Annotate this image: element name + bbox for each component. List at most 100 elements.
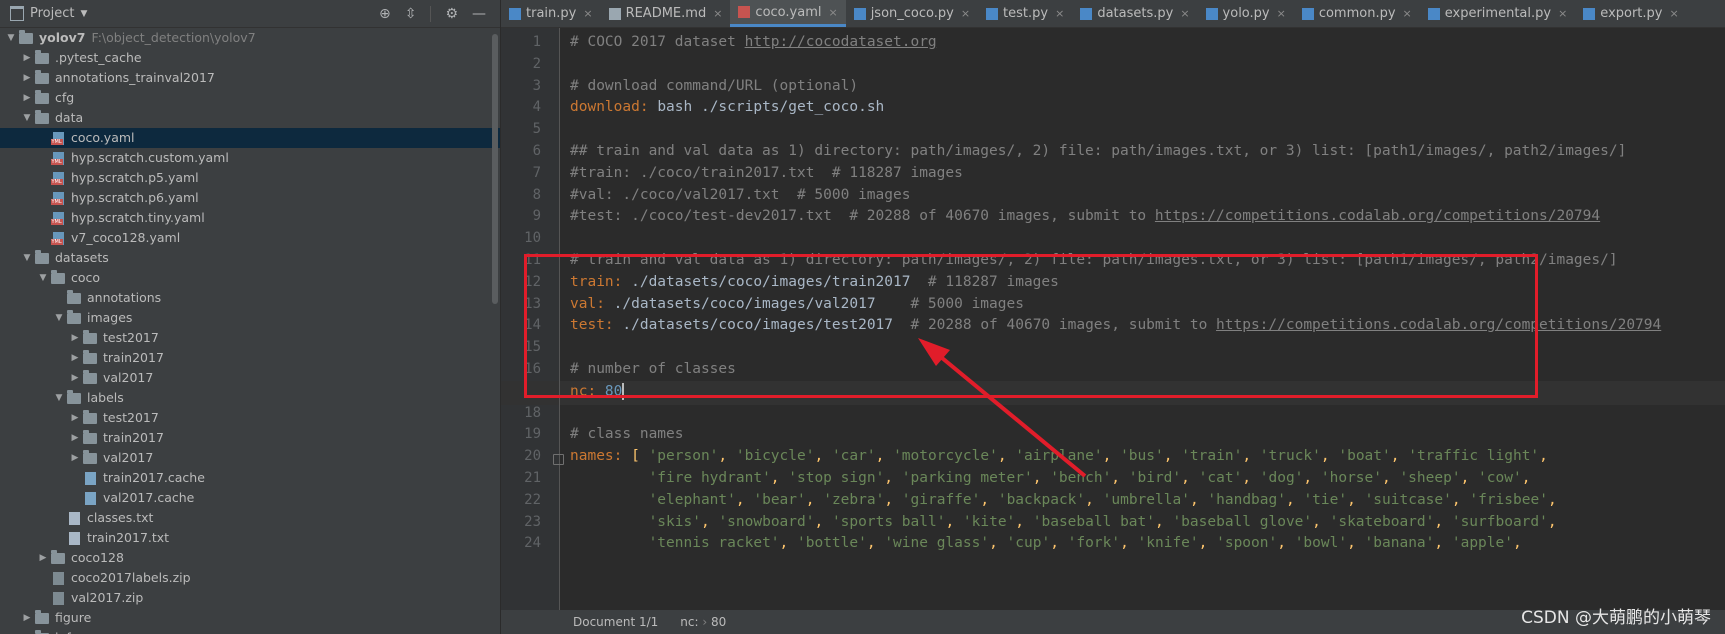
gear-icon[interactable]: ⚙ — [445, 6, 458, 22]
editor-tab[interactable]: experimental.py × — [1420, 0, 1576, 27]
editor-tab[interactable]: coco.yaml × — [730, 0, 846, 27]
expanded-arrow-icon[interactable]: ▼ — [4, 28, 18, 48]
close-icon[interactable]: × — [1670, 7, 1679, 20]
code-line[interactable]: # COCO 2017 dataset http://cocodataset.o… — [570, 34, 937, 50]
tree-folder[interactable]: ▶ coco128 — [0, 548, 500, 568]
collapsed-arrow-icon[interactable]: ▶ — [20, 608, 34, 628]
editor-tab[interactable]: train.py × — [501, 0, 601, 27]
tree-file[interactable]: hyp.scratch.tiny.yaml — [0, 208, 500, 228]
code-line[interactable]: val: ./datasets/coco/images/val2017 # 50… — [570, 296, 1024, 312]
locate-icon[interactable]: ⊕ — [379, 6, 391, 22]
tree-folder[interactable]: ▶ inference — [0, 628, 500, 634]
tree-folder[interactable]: ▼ images — [0, 308, 500, 328]
tree-file[interactable]: v7_coco128.yaml — [0, 228, 500, 248]
code-line[interactable]: 'elephant', 'bear', 'zebra', 'giraffe', … — [570, 492, 1557, 508]
tree-folder[interactable]: ▶ annotations_trainval2017 — [0, 68, 500, 88]
tree-folder[interactable]: ▶ .pytest_cache — [0, 48, 500, 68]
collapse-all-icon[interactable]: ⇳ — [405, 6, 417, 22]
collapsed-arrow-icon[interactable]: ▶ — [68, 408, 82, 428]
editor-tab[interactable]: export.py × — [1575, 0, 1686, 27]
code-line[interactable]: #test: ./coco/test-dev2017.txt # 20288 o… — [570, 208, 1600, 224]
project-scrollbar[interactable] — [492, 34, 498, 304]
tree-folder[interactable]: ▼ labels — [0, 388, 500, 408]
tree-folder[interactable]: ▶ train2017 — [0, 428, 500, 448]
close-icon[interactable]: × — [1180, 7, 1189, 20]
collapsed-arrow-icon[interactable]: ▶ — [20, 68, 34, 88]
code-line[interactable]: nc: 80 — [570, 382, 625, 400]
tree-folder[interactable]: ▼ data — [0, 108, 500, 128]
chevron-down-icon[interactable]: ▼ — [80, 9, 87, 19]
tree-folder[interactable]: ▶ train2017 — [0, 348, 500, 368]
tree-folder[interactable]: ▶ val2017 — [0, 368, 500, 388]
code-line[interactable]: 'fire hydrant', 'stop sign', 'parking me… — [570, 470, 1531, 486]
tree-file[interactable]: hyp.scratch.p5.yaml — [0, 168, 500, 188]
expanded-arrow-icon[interactable]: ▼ — [36, 268, 50, 288]
code-line[interactable]: #val: ./coco/val2017.txt # 5000 images — [570, 187, 910, 203]
collapsed-arrow-icon[interactable]: ▶ — [20, 88, 34, 108]
tree-file[interactable]: val2017.cache — [0, 488, 500, 508]
tree-folder[interactable]: ▼ datasets — [0, 248, 500, 268]
collapsed-arrow-icon[interactable]: ▶ — [20, 628, 34, 634]
expanded-arrow-icon[interactable]: ▼ — [52, 308, 66, 328]
tree-folder[interactable]: ▶ val2017 — [0, 448, 500, 468]
close-icon[interactable]: × — [583, 7, 592, 20]
editor-tab[interactable]: yolo.py × — [1198, 0, 1294, 27]
tree-file[interactable]: hyp.scratch.p6.yaml — [0, 188, 500, 208]
code-line[interactable]: 'skis', 'snowboard', 'sports ball', 'kit… — [570, 514, 1557, 530]
tree-file[interactable]: coco2017labels.zip — [0, 568, 500, 588]
expanded-arrow-icon[interactable]: ▼ — [52, 388, 66, 408]
code-line[interactable]: download: bash ./scripts/get_coco.sh — [570, 99, 884, 115]
tree-folder[interactable]: ▼ yolov7 F:\object_detection\yolov7 — [0, 28, 500, 48]
tree-folder[interactable]: ▶ cfg — [0, 88, 500, 108]
code-line[interactable]: #train: ./coco/train2017.txt # 118287 im… — [570, 165, 963, 181]
code-line[interactable]: ## train and val data as 1) directory: p… — [570, 143, 1626, 159]
tree-file[interactable]: classes.txt — [0, 508, 500, 528]
code-token[interactable]: https://competitions.codalab.org/competi… — [1155, 208, 1600, 224]
close-icon[interactable]: × — [828, 6, 837, 19]
collapsed-arrow-icon[interactable]: ▶ — [68, 428, 82, 448]
code-line[interactable]: 'tennis racket', 'bottle', 'wine glass',… — [570, 535, 1522, 551]
code-line[interactable]: # download command/URL (optional) — [570, 78, 858, 94]
collapsed-arrow-icon[interactable]: ▶ — [68, 348, 82, 368]
collapsed-arrow-icon[interactable]: ▶ — [68, 448, 82, 468]
hide-panel-icon[interactable]: — — [472, 6, 486, 22]
close-icon[interactable]: × — [1277, 7, 1286, 20]
code-line[interactable]: test: ./datasets/coco/images/test2017 # … — [570, 317, 1661, 333]
tree-file[interactable]: train2017.cache — [0, 468, 500, 488]
tree-file[interactable]: val2017.zip — [0, 588, 500, 608]
close-icon[interactable]: × — [961, 7, 970, 20]
expanded-arrow-icon[interactable]: ▼ — [20, 248, 34, 268]
code-line[interactable]: names: [ 'person', 'bicycle', 'car', 'mo… — [570, 448, 1548, 464]
tree-folder[interactable]: ▶ figure — [0, 608, 500, 628]
project-view-selector[interactable]: Project ▼ — [0, 6, 87, 21]
editor-tab[interactable]: datasets.py × — [1072, 0, 1197, 27]
collapsed-arrow-icon[interactable]: ▶ — [20, 48, 34, 68]
tree-folder[interactable]: annotations — [0, 288, 500, 308]
code-token[interactable]: http://cocodataset.org — [745, 34, 937, 50]
code-token[interactable]: https://competitions.codalab.org/competi… — [1216, 317, 1661, 333]
editor-tab[interactable]: json_coco.py × — [846, 0, 978, 27]
code-line[interactable]: train: ./datasets/coco/images/train2017 … — [570, 274, 1059, 290]
tree-folder[interactable]: ▶ test2017 — [0, 408, 500, 428]
code-line[interactable]: # number of classes — [570, 361, 736, 377]
tree-file[interactable]: coco.yaml — [0, 128, 500, 148]
close-icon[interactable]: × — [1558, 7, 1567, 20]
editor-tab[interactable]: common.py × — [1294, 0, 1420, 27]
code-line[interactable]: # train and val data as 1) directory: pa… — [570, 252, 1618, 268]
tree-folder[interactable]: ▼ coco — [0, 268, 500, 288]
fold-marker-icon[interactable] — [553, 454, 564, 466]
tree-file[interactable]: train2017.txt — [0, 528, 500, 548]
code-line[interactable]: # class names — [570, 426, 684, 442]
close-icon[interactable]: × — [713, 7, 722, 20]
code-editor[interactable]: 123456789101112131415161718192021222324 … — [501, 28, 1725, 610]
editor-tab[interactable]: test.py × — [978, 0, 1072, 27]
collapsed-arrow-icon[interactable]: ▶ — [68, 368, 82, 388]
collapsed-arrow-icon[interactable]: ▶ — [36, 548, 50, 568]
tree-file[interactable]: hyp.scratch.custom.yaml — [0, 148, 500, 168]
close-icon[interactable]: × — [1055, 7, 1064, 20]
breadcrumb[interactable]: nc: › 80 — [680, 615, 726, 629]
tree-folder[interactable]: ▶ test2017 — [0, 328, 500, 348]
editor-tab[interactable]: README.md × — [601, 0, 731, 27]
expanded-arrow-icon[interactable]: ▼ — [20, 108, 34, 128]
close-icon[interactable]: × — [1403, 7, 1412, 20]
